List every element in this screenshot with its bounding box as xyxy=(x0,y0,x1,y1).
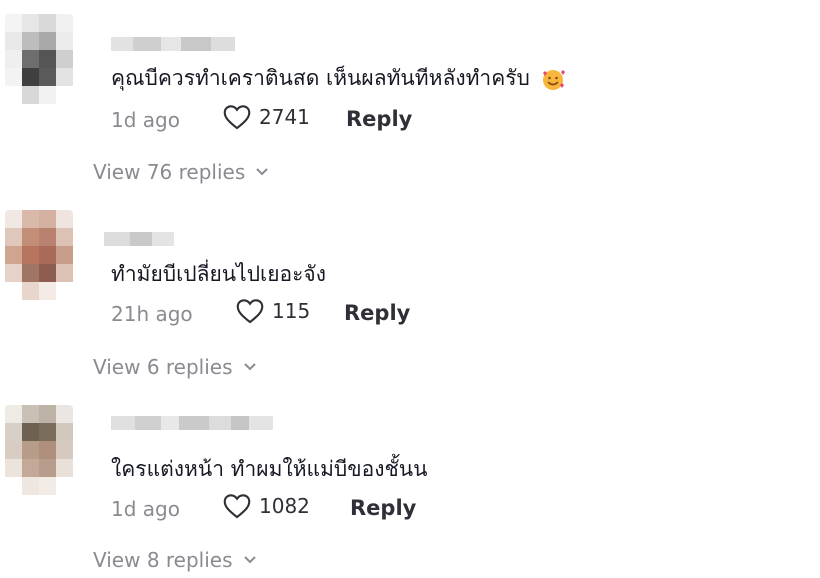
view-replies-label: View 6 replies xyxy=(93,355,233,379)
view-replies-label: View 8 replies xyxy=(93,548,233,572)
comment-time: 1d ago xyxy=(111,497,180,521)
view-replies-label: View 76 replies xyxy=(93,160,246,184)
chevron-down-icon xyxy=(243,363,256,371)
view-replies-button[interactable]: View 8 replies xyxy=(93,548,257,572)
chevron-down-icon xyxy=(256,168,268,176)
avatar[interactable] xyxy=(5,405,73,495)
avatar[interactable] xyxy=(5,210,73,300)
view-replies-button[interactable]: View 6 replies xyxy=(93,355,257,379)
reply-button[interactable]: Reply xyxy=(346,107,412,131)
avatar[interactable] xyxy=(5,14,73,104)
comment-time: 1d ago xyxy=(111,108,180,132)
heart-icon xyxy=(236,299,264,324)
reply-button[interactable]: Reply xyxy=(350,496,416,520)
comment-time: 21h ago xyxy=(111,302,193,326)
comment-meta: 1d ago 2741 Reply xyxy=(111,104,531,134)
like-count: 1082 xyxy=(259,494,310,518)
smiling-face-with-hearts-icon xyxy=(542,70,565,90)
like-button[interactable]: 1082 xyxy=(223,493,310,519)
username[interactable] xyxy=(111,413,273,433)
comment-text: คุณบีควรทำเคราตินสด เห็นผลทันทีหลังทำครั… xyxy=(111,62,566,95)
like-button[interactable]: 115 xyxy=(236,298,310,324)
like-count: 115 xyxy=(272,299,311,323)
comment-meta: 1d ago 1082 Reply xyxy=(111,493,531,523)
username[interactable] xyxy=(104,229,174,249)
comment-meta: 21h ago 115 Reply xyxy=(111,298,531,328)
heart-icon xyxy=(223,105,251,130)
username[interactable] xyxy=(111,34,235,54)
comment-text: ทำมัยบีเปลี่ยนไปเยอะจัง xyxy=(111,262,326,286)
comment-text: ใครแต่งหน้า ทำผมให้แม่บีของชั้นน xyxy=(111,457,428,481)
view-replies-button[interactable]: View 76 replies xyxy=(93,160,269,184)
heart-icon xyxy=(223,494,251,519)
chevron-down-icon xyxy=(243,556,256,564)
reply-button[interactable]: Reply xyxy=(344,301,410,325)
like-count: 2741 xyxy=(259,105,310,129)
like-button[interactable]: 2741 xyxy=(223,104,310,130)
